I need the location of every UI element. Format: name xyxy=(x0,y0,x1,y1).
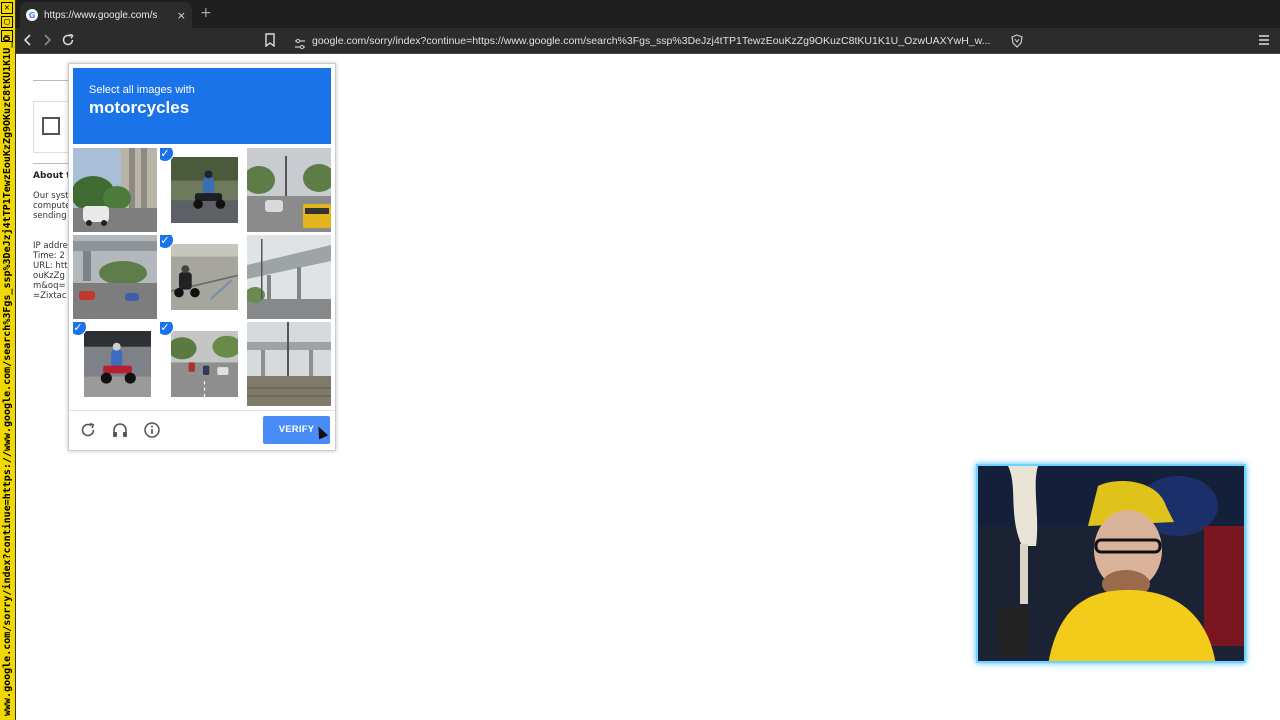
captcha-tile-8[interactable]: ✓ xyxy=(160,322,244,406)
reload-icon[interactable] xyxy=(60,33,76,52)
captcha-tile-9[interactable] xyxy=(247,322,331,406)
captcha-tile-1[interactable] xyxy=(73,148,157,232)
bookmark-icon[interactable] xyxy=(262,33,278,52)
captcha-tile-6[interactable] xyxy=(247,235,331,319)
street-motorcycles-image xyxy=(171,331,238,397)
screen: ✕ ▢ – www.google.com/sorry/index?continu… xyxy=(0,0,1280,720)
captcha-tile-2[interactable]: ✓ xyxy=(160,148,244,232)
captcha-tile-7[interactable]: ✓ xyxy=(73,322,157,406)
hamburger-menu-icon[interactable] xyxy=(1256,33,1272,52)
bridge-image xyxy=(247,235,331,319)
captcha-footer-divider xyxy=(69,410,335,411)
request-details: IP addre Time: 2 URL: htt ouKzZg m&oq= =… xyxy=(33,241,73,301)
tab-google-sorry[interactable]: G https://www.google.com/s × xyxy=(20,2,192,28)
captcha-tile-5[interactable]: ✓ xyxy=(160,235,244,319)
motorcycle-image xyxy=(171,157,238,223)
tune-icon[interactable] xyxy=(294,35,306,50)
streamer-video xyxy=(978,466,1244,661)
maximize-window-button[interactable]: ▢ xyxy=(1,16,13,28)
about-line: Our syst xyxy=(33,191,69,201)
brave-shield-icon[interactable] xyxy=(1010,34,1024,48)
headphones-icon[interactable] xyxy=(110,421,130,441)
recaptcha-checkbox[interactable] xyxy=(42,117,60,135)
tab-title: https://www.google.com/s xyxy=(44,9,158,21)
arrow-right-icon[interactable] xyxy=(39,33,55,52)
captcha-tile-3[interactable] xyxy=(247,148,331,232)
captcha-challenge: Select all images with motorcycles ✓ ✓ ✓… xyxy=(68,63,336,451)
about-text: Our syst compute sending xyxy=(33,191,73,221)
detail-line: IP addre xyxy=(33,241,68,251)
google-favicon-icon: G xyxy=(26,9,38,21)
captcha-header: Select all images with motorcycles xyxy=(73,68,331,144)
captcha-image-grid: ✓ ✓ ✓ ✓ xyxy=(73,148,331,406)
detail-line: m&oq= xyxy=(33,281,66,291)
captcha-tile-4[interactable] xyxy=(73,235,157,319)
browser-toolbar: google.com/sorry/index?continue=https://… xyxy=(16,28,1280,54)
captcha-prompt: Select all images with xyxy=(89,84,195,96)
tab-bar: G https://www.google.com/s × + xyxy=(16,0,1280,28)
traffic-image xyxy=(247,148,331,232)
overpass-image xyxy=(73,235,157,319)
arrow-left-icon[interactable] xyxy=(20,33,36,52)
captcha-target: motorcycles xyxy=(89,98,190,117)
detail-line: Time: 2 xyxy=(33,251,65,261)
info-icon[interactable] xyxy=(142,421,162,441)
webcam-overlay xyxy=(976,464,1246,663)
detail-line: ouKzZg xyxy=(33,271,65,281)
about-heading: About t xyxy=(33,171,71,181)
url-text[interactable]: google.com/sorry/index?continue=https://… xyxy=(312,35,1002,47)
about-line: sending xyxy=(33,211,67,221)
window-title-strip: ✕ ▢ – www.google.com/sorry/index?continu… xyxy=(0,0,16,720)
tab-close-button[interactable]: × xyxy=(177,9,186,22)
street-image xyxy=(73,148,157,232)
overpass-image xyxy=(247,322,331,406)
address-bar[interactable]: google.com/sorry/index?continue=https://… xyxy=(294,31,1024,51)
detail-line: =Zixtac xyxy=(33,291,67,301)
motorcycle-image xyxy=(171,244,238,310)
new-tab-button[interactable]: + xyxy=(200,6,212,20)
about-line: compute xyxy=(33,201,71,211)
motorcycle-image xyxy=(84,331,151,397)
reload-icon[interactable] xyxy=(78,421,98,441)
detail-line: URL: htt xyxy=(33,261,68,271)
close-window-button[interactable]: ✕ xyxy=(1,2,13,14)
window-title: www.google.com/sorry/index?continue=http… xyxy=(2,36,13,716)
